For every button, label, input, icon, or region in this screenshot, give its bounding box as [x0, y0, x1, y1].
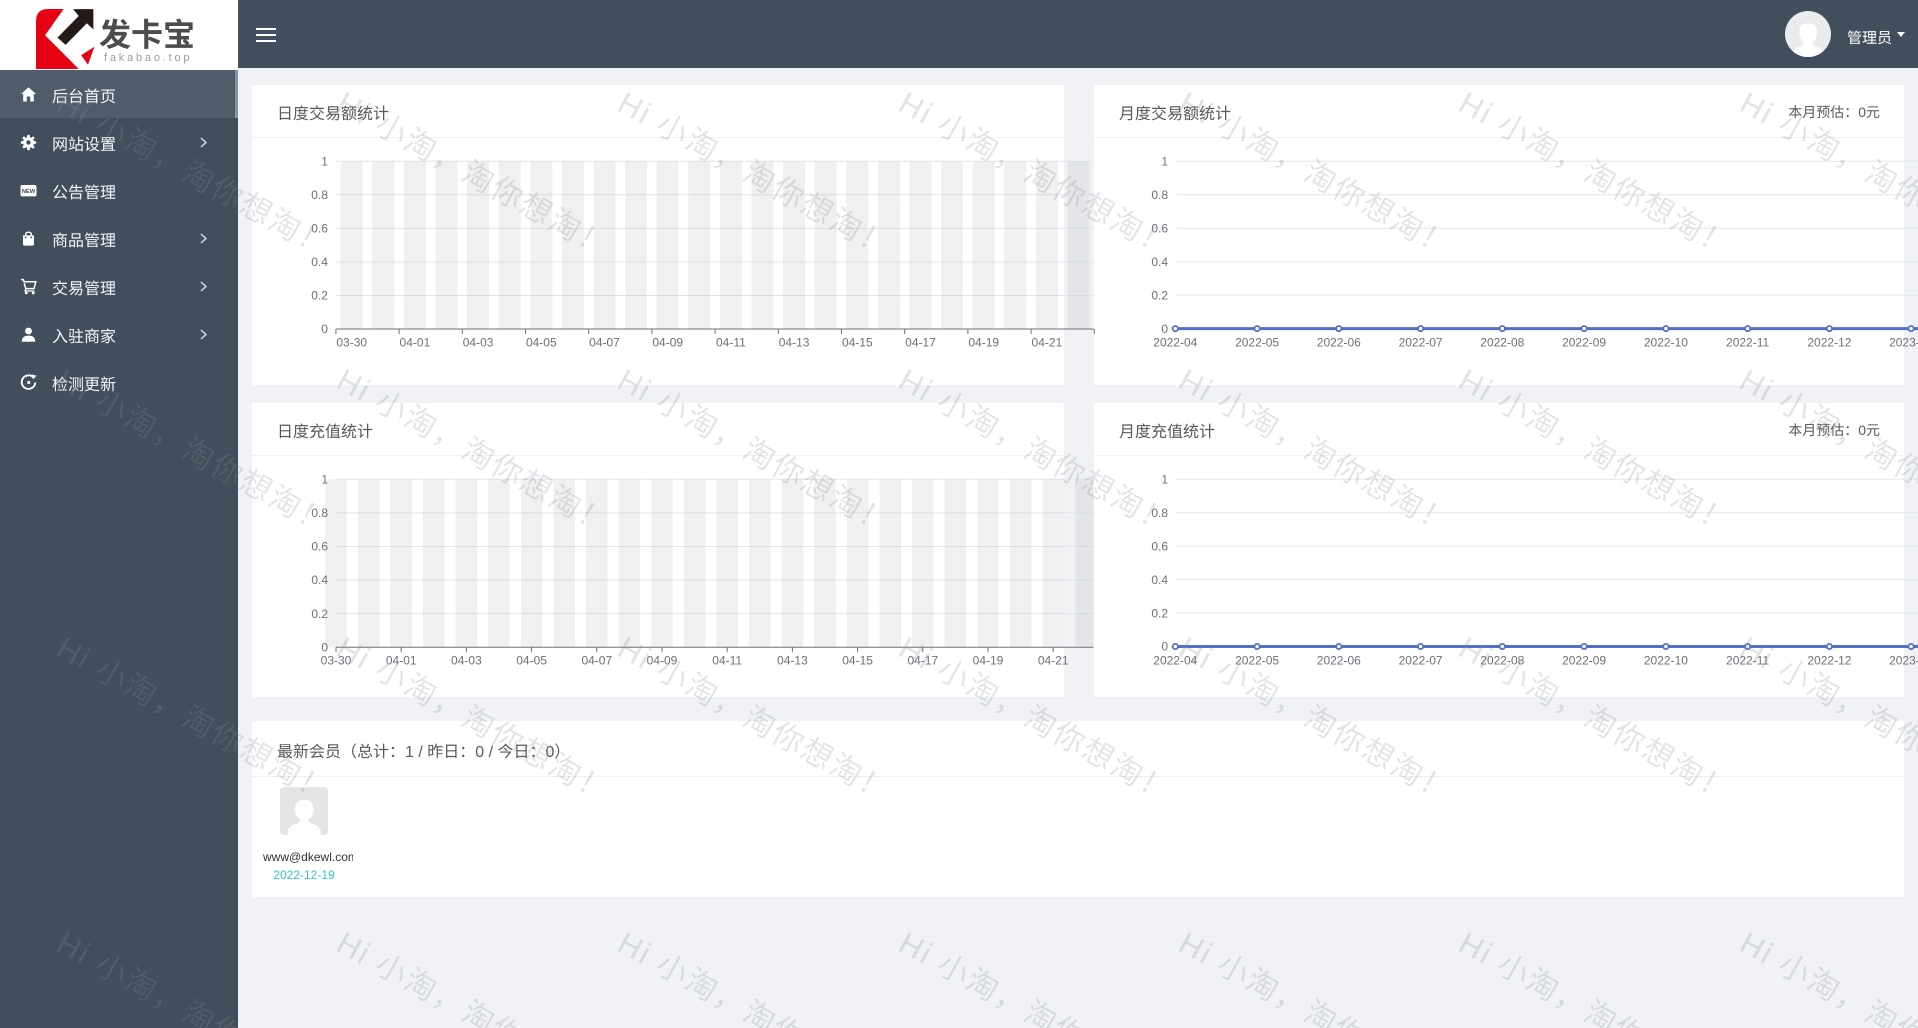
- svg-text:NEW: NEW: [22, 189, 36, 195]
